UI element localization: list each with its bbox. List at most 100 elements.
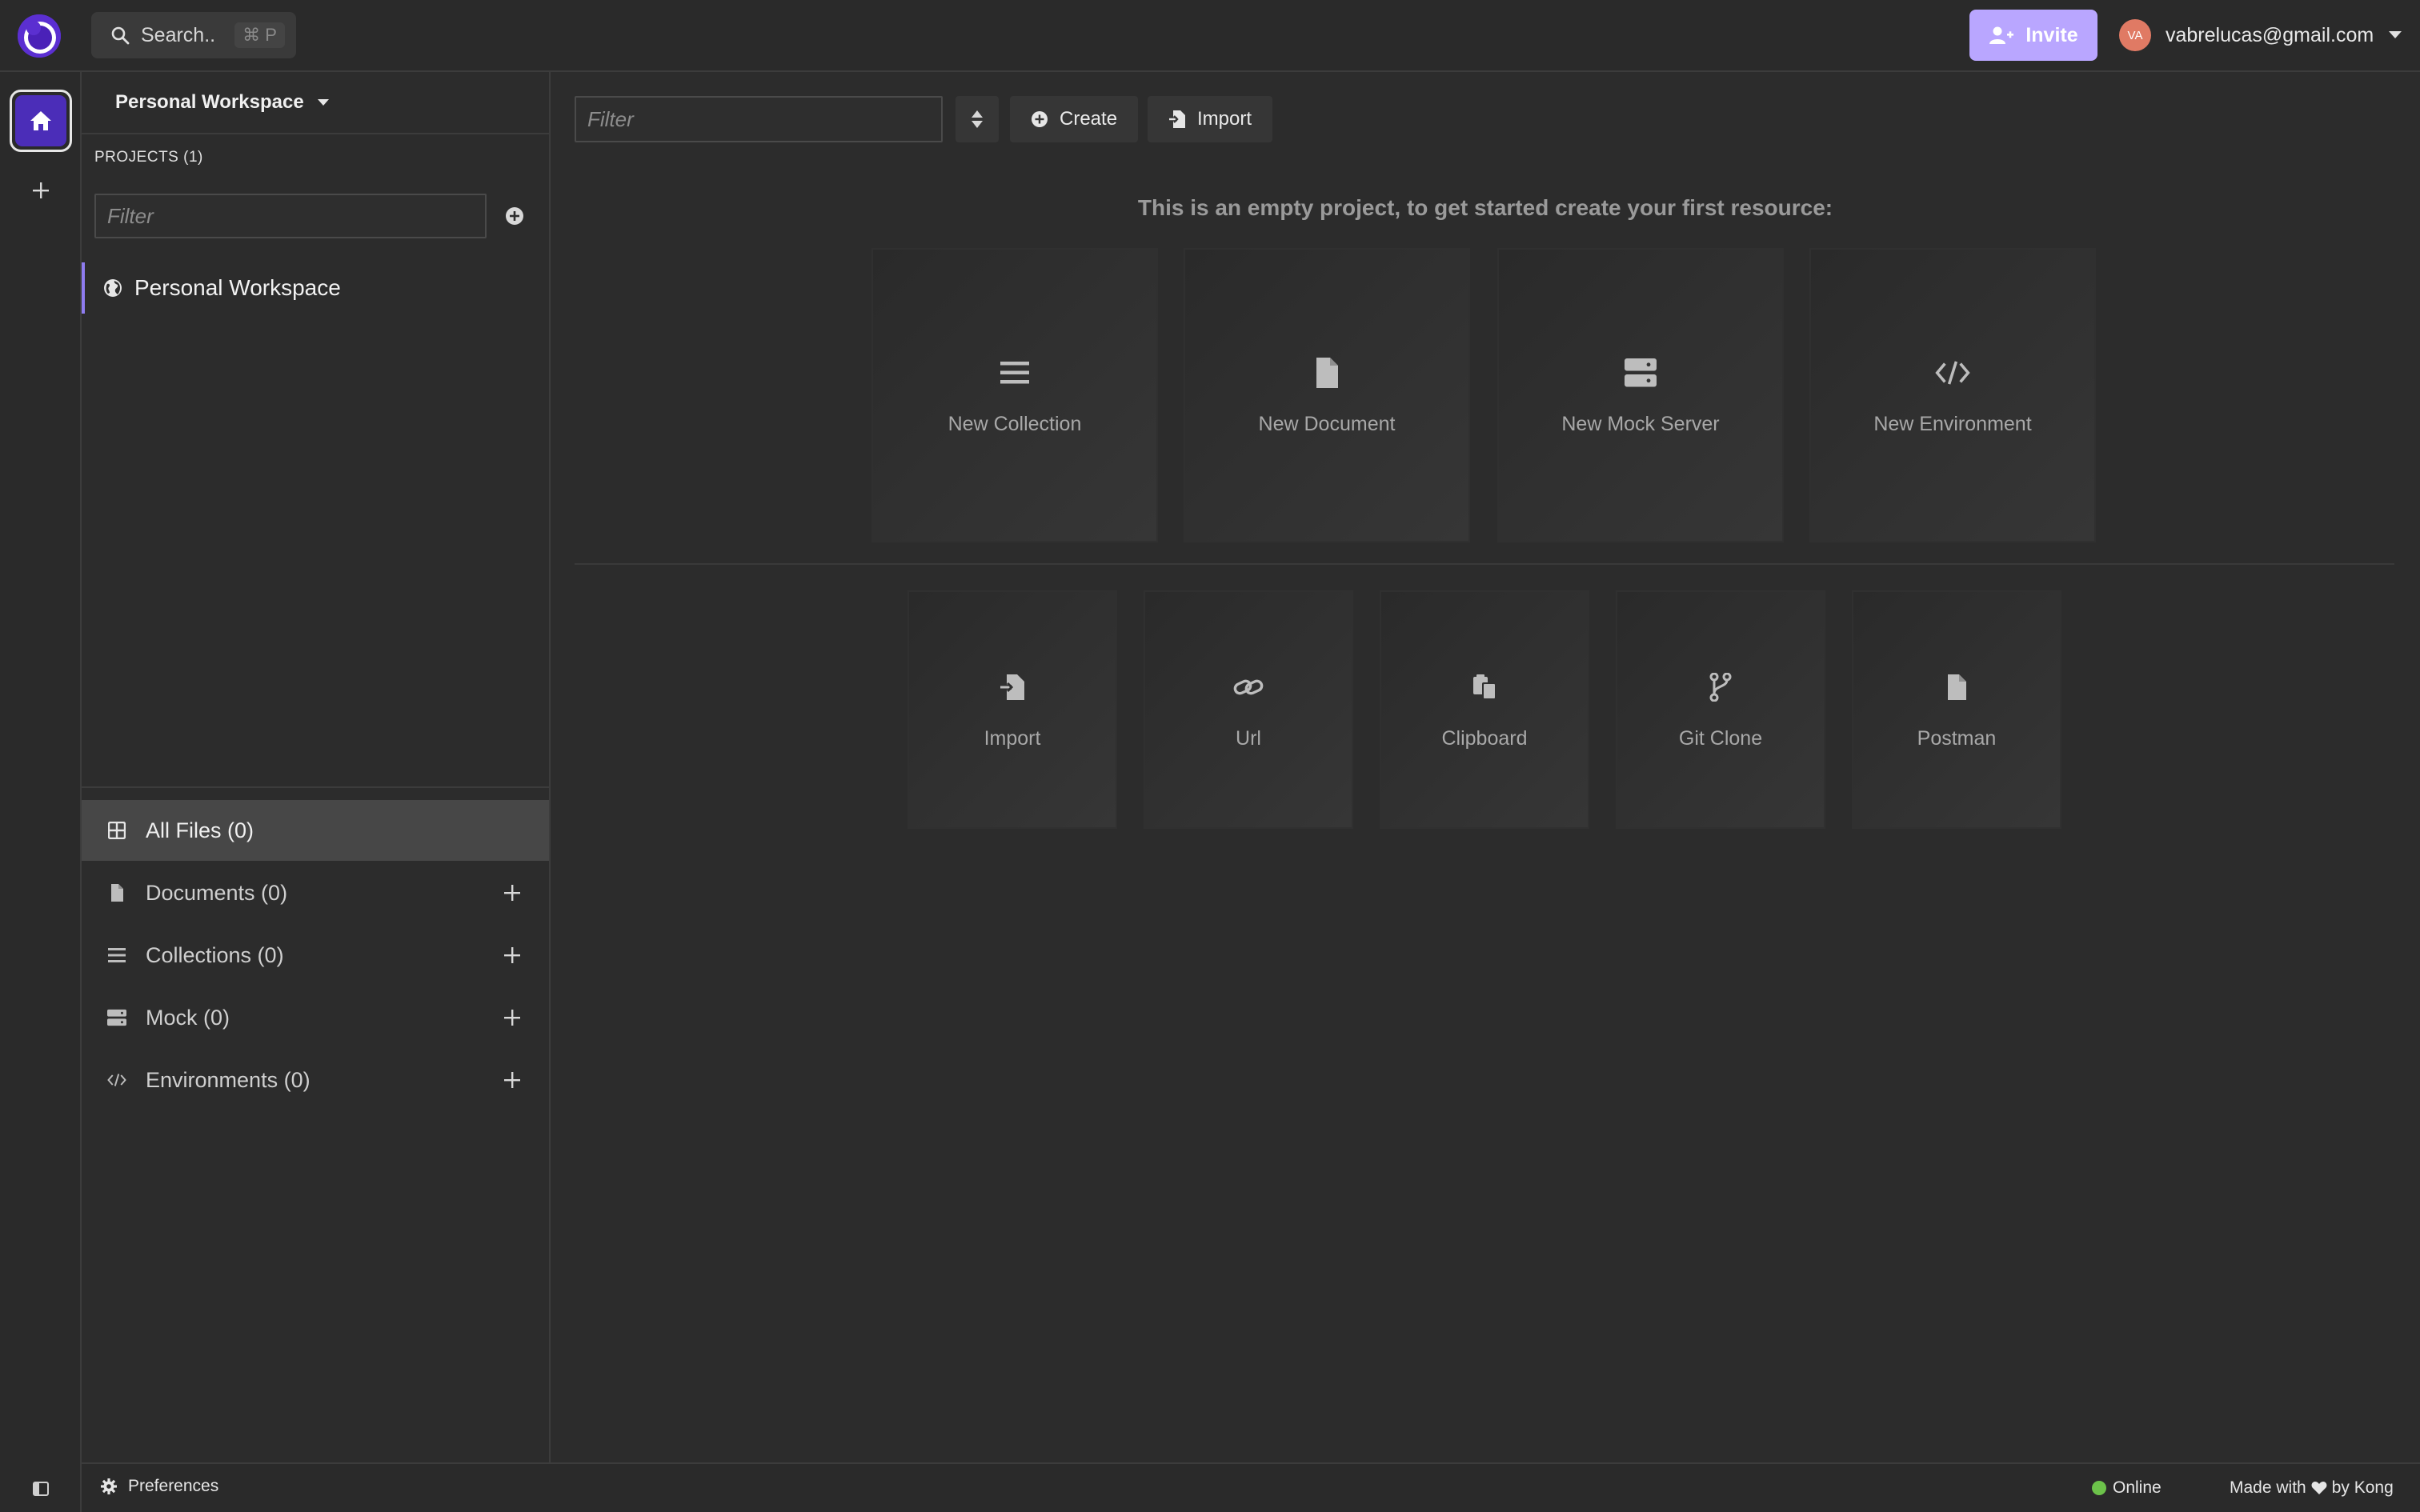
nav-documents[interactable]: Documents (0) [82,862,549,923]
link-icon [1231,670,1266,705]
workspace-switcher[interactable]: Personal Workspace [82,72,549,134]
file-import-icon [995,670,1030,705]
project-item-personal-workspace[interactable]: Personal Workspace [82,262,549,314]
online-status: Online [2092,1478,2162,1498]
plus-icon [504,947,520,963]
status-bar: Preferences Online Made with by Kong [82,1462,2420,1512]
search-label: Search.. [141,23,216,46]
add-mock-button[interactable] [503,1008,522,1027]
search-shortcut: ⌘ P [234,22,285,48]
nav-label: Mock (0) [146,1005,230,1030]
project-name: Personal Workspace [134,275,341,300]
main-content: Create Import This is an empty project, … [551,72,2420,1462]
caret-down-icon [317,98,330,107]
add-workspace-button[interactable] [26,176,55,205]
git-branch-icon [1703,670,1738,705]
card-label: Clipboard [1441,726,1528,750]
insomnia-logo-icon[interactable] [18,14,61,58]
code-icon [1935,355,1970,390]
online-dot-icon [2092,1481,2106,1495]
nav-all-files[interactable]: All Files (0) [82,800,549,861]
document-icon [1939,670,1974,705]
toggle-sidebar-button[interactable] [30,1478,51,1499]
plus-icon [504,885,520,901]
project-filter-input[interactable] [94,194,487,238]
clipboard-icon [1467,670,1502,705]
import-postman-card[interactable]: Postman [1852,590,2061,829]
sort-button[interactable] [956,96,999,142]
invite-button[interactable]: Invite [1969,10,2097,61]
made-with-suffix: by Kong [2331,1478,2394,1497]
user-email: vabrelucas@gmail.com [2166,23,2374,46]
top-bar: Search.. ⌘ P Invite VA vabrelucas@gmail.… [0,0,2420,72]
create-button[interactable]: Create [1010,96,1139,142]
import-label: Import [1197,108,1252,130]
card-label: Git Clone [1678,726,1763,750]
import-file-card[interactable]: Import [908,590,1117,829]
server-icon [1623,355,1658,390]
search-icon [110,26,130,45]
left-rail [0,72,82,1512]
sort-icon [972,110,983,128]
workspace-name: Personal Workspace [115,91,304,113]
import-url-card[interactable]: Url [1144,590,1353,829]
document-icon [1309,355,1344,390]
home-button[interactable] [10,90,72,152]
import-clipboard-card[interactable]: Clipboard [1380,590,1589,829]
nav-label: Environments (0) [146,1067,311,1092]
heart-icon [2311,1481,2327,1495]
list-icon [107,946,126,965]
user-menu[interactable]: VA vabrelucas@gmail.com [2119,18,2402,53]
plus-icon [504,1010,520,1026]
import-button[interactable]: Import [1148,96,1273,142]
new-document-card[interactable]: New Document [1184,248,1470,542]
made-with-prefix: Made with [2230,1478,2306,1497]
code-icon [107,1070,126,1090]
import-git-clone-card[interactable]: Git Clone [1616,590,1825,829]
caret-down-icon [2388,30,2402,40]
empty-project-message: This is an empty project, to get started… [1137,195,1833,220]
preferences-button[interactable]: Preferences [101,1477,218,1496]
home-icon [15,95,66,146]
card-label: Import [984,726,1041,750]
nav-environments[interactable]: Environments (0) [82,1050,549,1110]
user-plus-icon [1989,26,2014,45]
plus-icon [504,1072,520,1088]
card-label: New Collection [948,412,1082,435]
new-collection-card[interactable]: New Collection [871,248,1158,542]
card-label: New Mock Server [1561,412,1720,435]
avatar: VA [2119,19,2151,51]
create-label: Create [1060,108,1118,130]
invite-label: Invite [2025,23,2078,46]
add-environment-button[interactable] [503,1070,522,1090]
nav-mock[interactable]: Mock (0) [82,987,549,1048]
projects-heading: PROJECTS (1) [94,149,203,166]
nav-collections[interactable]: Collections (0) [82,925,549,986]
grid-icon [107,821,126,840]
add-collection-button[interactable] [503,946,522,965]
plus-icon [33,182,49,198]
new-mock-server-card[interactable]: New Mock Server [1497,248,1784,542]
nav-label: Documents (0) [146,880,288,905]
nav-label: Collections (0) [146,942,284,967]
add-project-button[interactable] [504,206,525,226]
online-label: Online [2113,1478,2162,1497]
made-with-credit[interactable]: Made with by Kong [2230,1478,2394,1498]
new-environment-card[interactable]: New Environment [1809,248,2096,542]
plus-circle-icon [506,207,523,225]
gear-icon [101,1478,117,1494]
preferences-label: Preferences [128,1477,219,1495]
card-label: Url [1236,726,1261,750]
add-document-button[interactable] [503,883,522,902]
server-icon [107,1008,126,1027]
sidebar: Personal Workspace PROJECTS (1) Personal… [82,72,551,1462]
file-import-icon [1168,110,1186,129]
globe-icon [102,278,123,298]
document-icon [107,883,126,902]
sidebar-toggle-icon [33,1482,49,1496]
files-filter-input[interactable] [575,96,943,142]
search-button[interactable]: Search.. ⌘ P [91,12,296,58]
nav-label: All Files (0) [146,818,254,842]
list-icon [997,355,1032,390]
plus-circle-icon [1031,110,1048,128]
